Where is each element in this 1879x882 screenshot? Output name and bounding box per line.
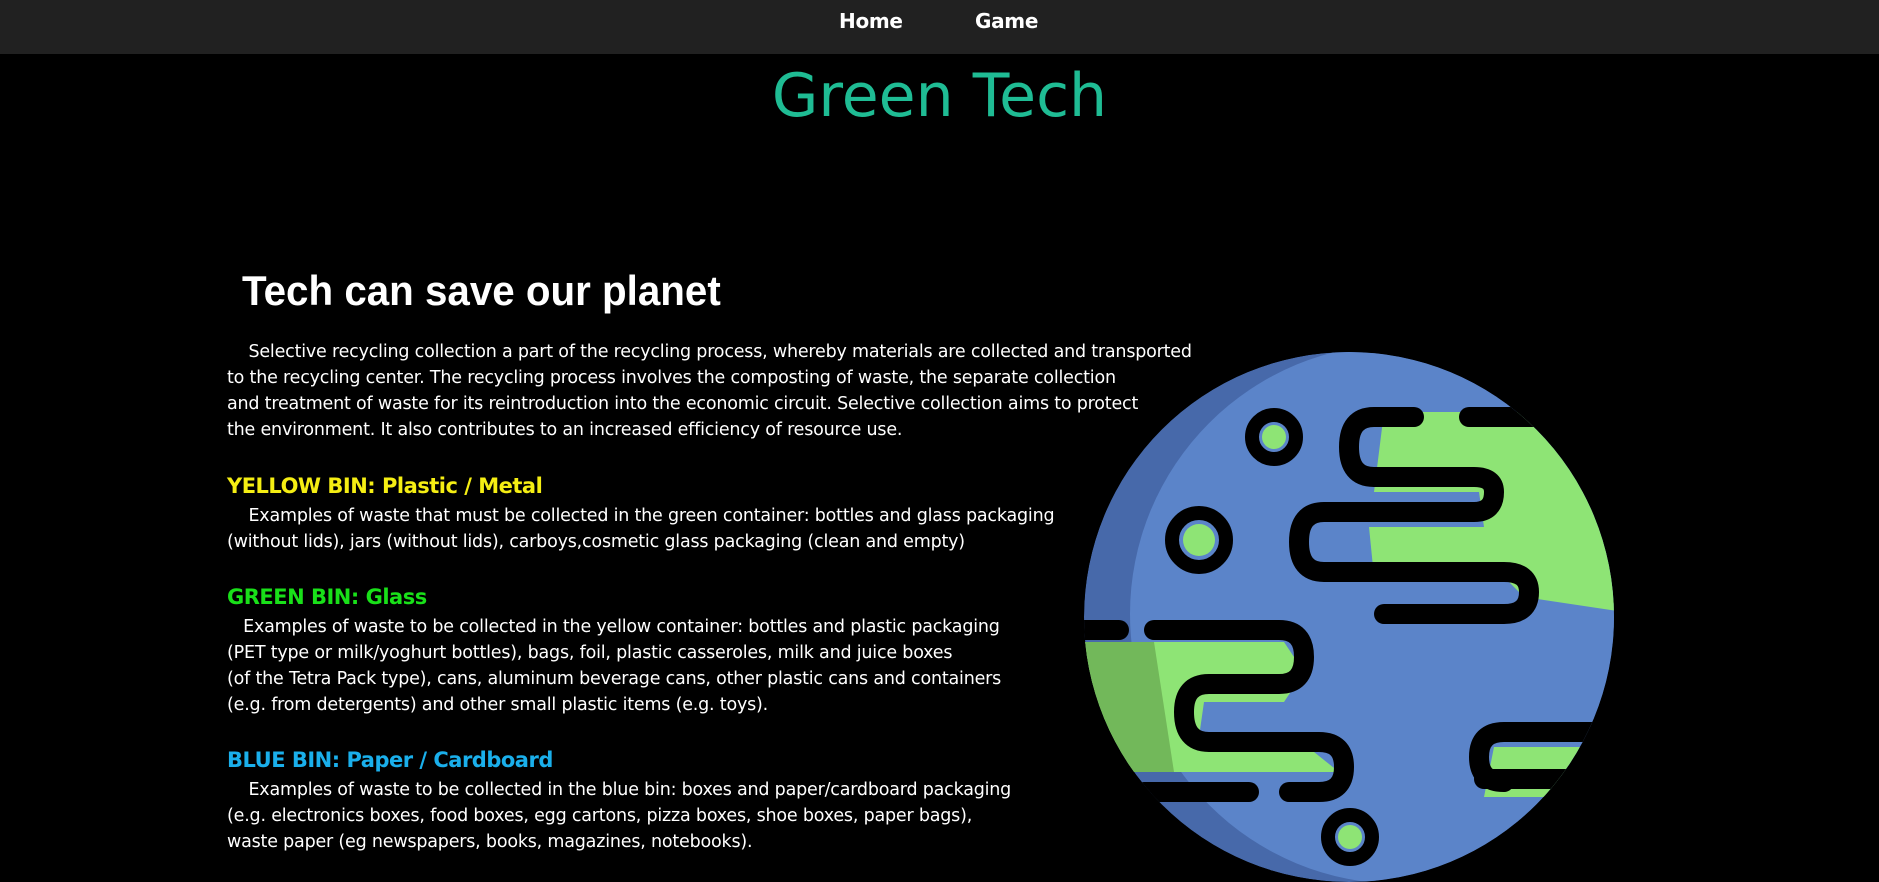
top-navbar: Home Game — [0, 0, 1879, 54]
blue-bin-description: Examples of waste to be collected in the… — [227, 780, 1012, 852]
site-title: Green Tech — [771, 61, 1108, 131]
yellow-bin-heading: YELLOW BIN: Plastic / Metal — [227, 474, 543, 498]
blue-bin-heading: BLUE BIN: Paper / Cardboard — [227, 748, 553, 772]
yellow-bin-description: Examples of waste that must be collected… — [227, 506, 1055, 552]
green-bin-heading: GREEN BIN: Glass — [227, 585, 427, 609]
page-heading: Tech can save our planet — [242, 267, 721, 314]
planet-earth-icon — [1084, 352, 1614, 882]
intro-paragraph: Selective recycling collection a part of… — [227, 342, 1192, 440]
nav-game-link[interactable]: Game — [975, 9, 1038, 33]
green-bin-description: Examples of waste to be collected in the… — [227, 617, 1002, 715]
nav-home-link[interactable]: Home — [839, 9, 903, 33]
